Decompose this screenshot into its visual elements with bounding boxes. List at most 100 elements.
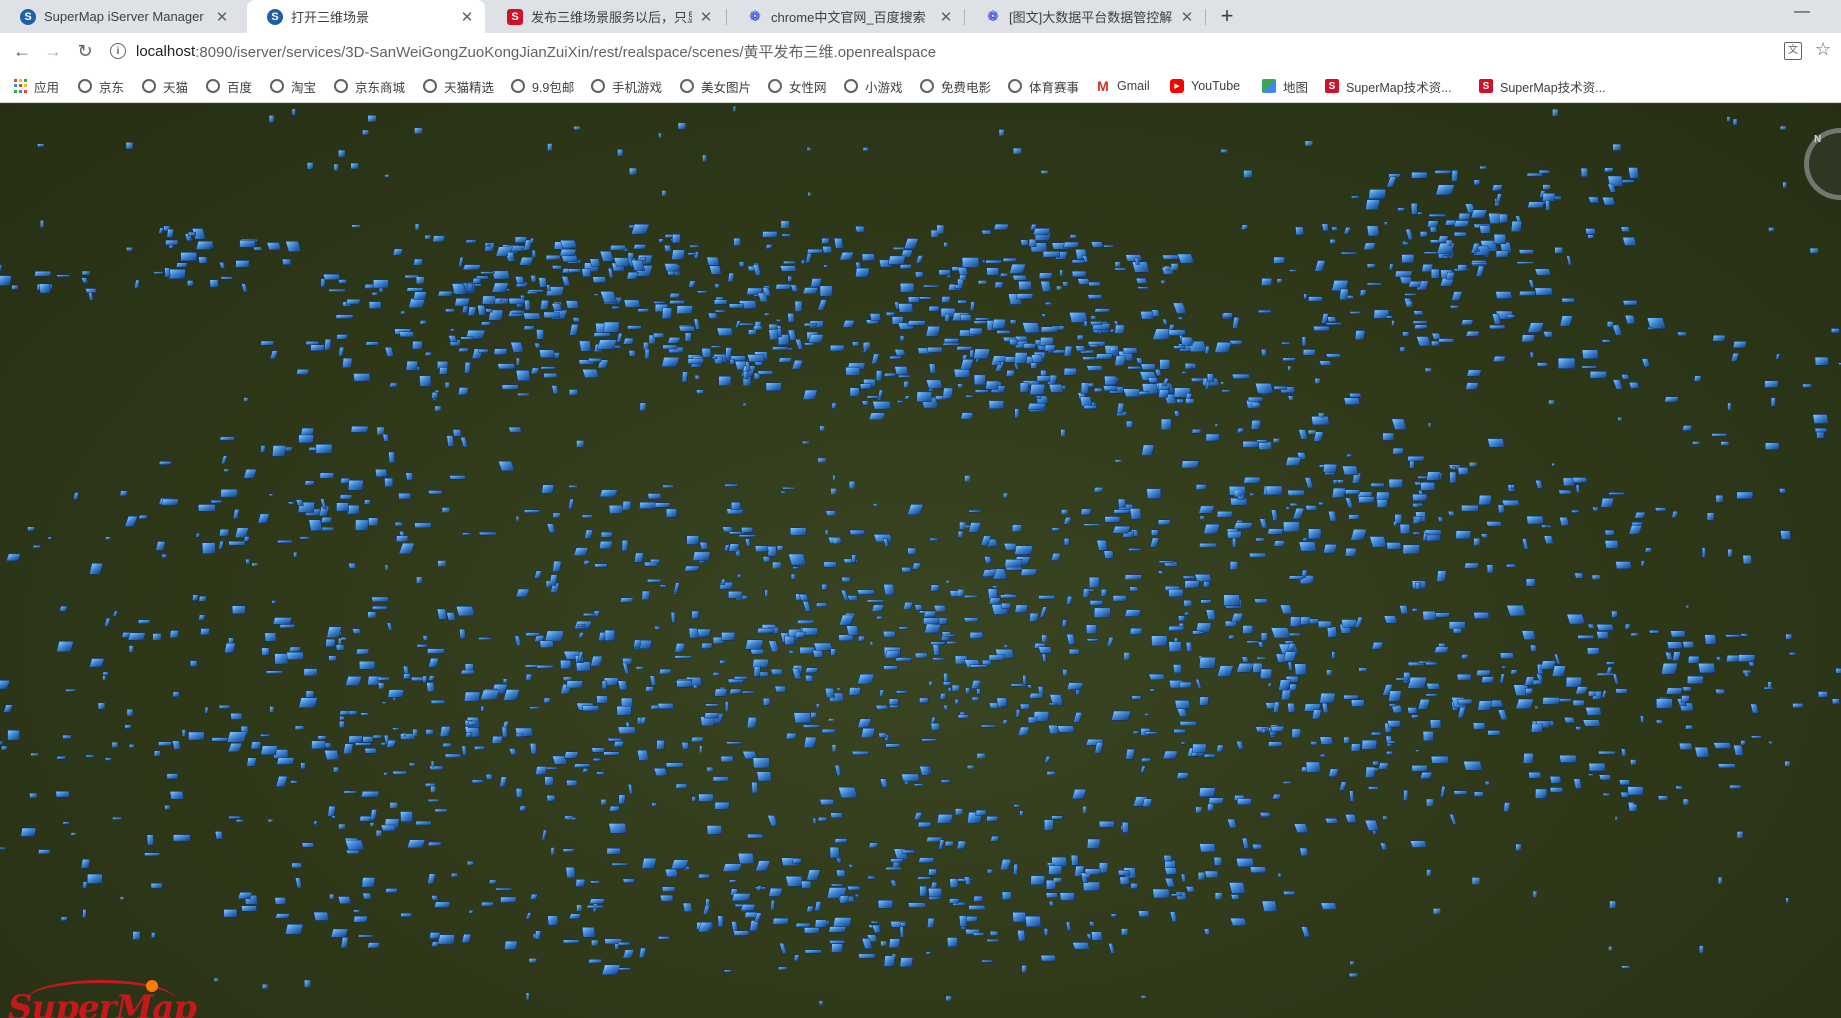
building-block xyxy=(781,233,792,237)
building-block xyxy=(244,397,248,402)
building-block xyxy=(996,697,1008,707)
supermap-icon: S xyxy=(20,8,36,25)
close-icon[interactable]: ✕ xyxy=(459,8,475,26)
bookmark-star-icon[interactable]: ☆ xyxy=(1815,39,1831,60)
building-block xyxy=(1704,634,1717,645)
bookmark-item[interactable]: 天猫精选 xyxy=(423,69,494,103)
building-block xyxy=(1510,220,1522,232)
new-tab-button[interactable]: + xyxy=(1214,4,1240,30)
bookmark-item[interactable]: 京东 xyxy=(78,69,124,103)
minimize-icon[interactable]: — xyxy=(1790,2,1814,26)
building-block xyxy=(582,368,600,378)
bookmark-item[interactable]: 女性网 xyxy=(768,69,827,103)
building-block xyxy=(1447,510,1456,516)
building-block xyxy=(1543,184,1551,190)
building-block xyxy=(923,617,940,625)
building-block xyxy=(599,291,618,303)
building-block xyxy=(765,244,773,249)
tab-bigdata-platform[interactable]: ❁ [图文]大数据平台数据管控解决方 ✕ xyxy=(965,0,1205,33)
building-block xyxy=(1715,688,1726,694)
building-block xyxy=(372,734,383,739)
bookmark-item[interactable]: 百度 xyxy=(206,69,252,103)
bookmark-item[interactable]: 9.9包邮 xyxy=(511,69,574,103)
bookmark-label: 京东 xyxy=(99,80,125,95)
info-icon[interactable]: i xyxy=(110,43,126,59)
building-block xyxy=(1370,731,1382,736)
back-icon[interactable]: ← xyxy=(9,38,35,64)
building-block xyxy=(1121,928,1128,935)
building-block xyxy=(779,942,788,954)
close-icon[interactable]: ✕ xyxy=(1179,8,1195,26)
tab-publish-3d-service[interactable]: S 发布三维场景服务以后，只显示 ✕ xyxy=(487,0,724,33)
building-block xyxy=(1349,311,1361,314)
building-block xyxy=(223,909,238,918)
bookmark-youtube[interactable]: ▶ YouTube xyxy=(1170,69,1240,103)
building-block xyxy=(82,909,87,918)
3d-scene-viewport[interactable]: N SuperMap xyxy=(0,104,1841,1018)
building-block xyxy=(918,857,935,863)
bookmark-item[interactable]: 小游戏 xyxy=(844,69,903,103)
reload-icon[interactable]: ↻ xyxy=(72,38,98,64)
building-block xyxy=(1287,490,1305,496)
tab-supermap-manager[interactable]: S SuperMap iServer Manager ✕ xyxy=(0,0,240,33)
building-block xyxy=(1529,351,1535,359)
building-block xyxy=(431,392,439,399)
building-block xyxy=(274,913,290,919)
translate-icon[interactable]: 文 xyxy=(1784,42,1802,60)
building-block xyxy=(617,967,631,971)
bookmark-item[interactable]: 美女图片 xyxy=(680,69,751,103)
building-block xyxy=(639,402,647,411)
building-block xyxy=(536,665,554,669)
building-block xyxy=(1040,281,1052,292)
building-block xyxy=(1321,223,1330,232)
building-block xyxy=(1527,201,1545,209)
bookmark-item[interactable]: 京东商城 xyxy=(334,69,405,103)
close-icon[interactable]: ✕ xyxy=(938,8,954,26)
building-block xyxy=(398,331,415,338)
bookmark-item[interactable]: 手机游戏 xyxy=(591,69,662,103)
building-block xyxy=(485,773,493,780)
building-block xyxy=(211,737,229,742)
building-block xyxy=(1178,681,1193,688)
bookmark-item[interactable]: 天猫 xyxy=(142,69,188,103)
building-block xyxy=(368,301,382,309)
tab-chrome-baidu[interactable]: ❁ chrome中文官网_百度搜索 ✕ xyxy=(727,0,964,33)
building-block xyxy=(688,628,699,639)
building-block xyxy=(467,861,474,865)
building-block xyxy=(1422,731,1435,742)
building-block xyxy=(343,790,357,794)
building-block xyxy=(1285,457,1302,466)
building-block xyxy=(592,276,607,283)
building-block xyxy=(617,680,629,691)
bookmark-maps[interactable]: 地图 xyxy=(1262,69,1308,103)
building-block xyxy=(848,687,861,696)
bookmark-item[interactable]: 体育赛事 xyxy=(1008,69,1079,103)
bookmark-item[interactable]: 淘宝 xyxy=(270,69,316,103)
building-block xyxy=(369,809,378,821)
building-block xyxy=(687,252,697,256)
forward-icon[interactable]: → xyxy=(40,38,66,64)
close-icon[interactable]: ✕ xyxy=(698,8,714,26)
building-block xyxy=(1332,479,1338,484)
bookmark-supermap-2[interactable]: S SuperMap技术资... xyxy=(1479,69,1606,103)
bookmark-item[interactable]: 免费电影 xyxy=(920,69,991,103)
building-block xyxy=(1455,530,1472,539)
tab-open-3d-scene[interactable]: S 打开三维场景 ✕ xyxy=(247,0,485,33)
building-block xyxy=(724,701,729,712)
close-icon[interactable]: ✕ xyxy=(214,8,230,26)
building-block xyxy=(1349,790,1355,802)
building-block xyxy=(1237,798,1252,806)
building-block xyxy=(1830,328,1840,334)
bookmark-apps[interactable]: 应用 xyxy=(13,69,59,103)
bookmark-supermap-1[interactable]: S SuperMap技术资... xyxy=(1325,69,1452,103)
building-block xyxy=(1318,502,1325,506)
building-block xyxy=(1172,664,1183,674)
address-bar[interactable]: i localhost:8090/iserver/services/3D-San… xyxy=(110,35,1780,67)
building-block xyxy=(1606,321,1614,328)
building-block xyxy=(1383,816,1387,820)
building-block xyxy=(20,827,37,837)
building-block xyxy=(1488,324,1506,330)
building-block xyxy=(691,796,697,802)
bookmark-gmail[interactable]: M Gmail xyxy=(1096,69,1150,103)
building-block xyxy=(1080,382,1090,394)
